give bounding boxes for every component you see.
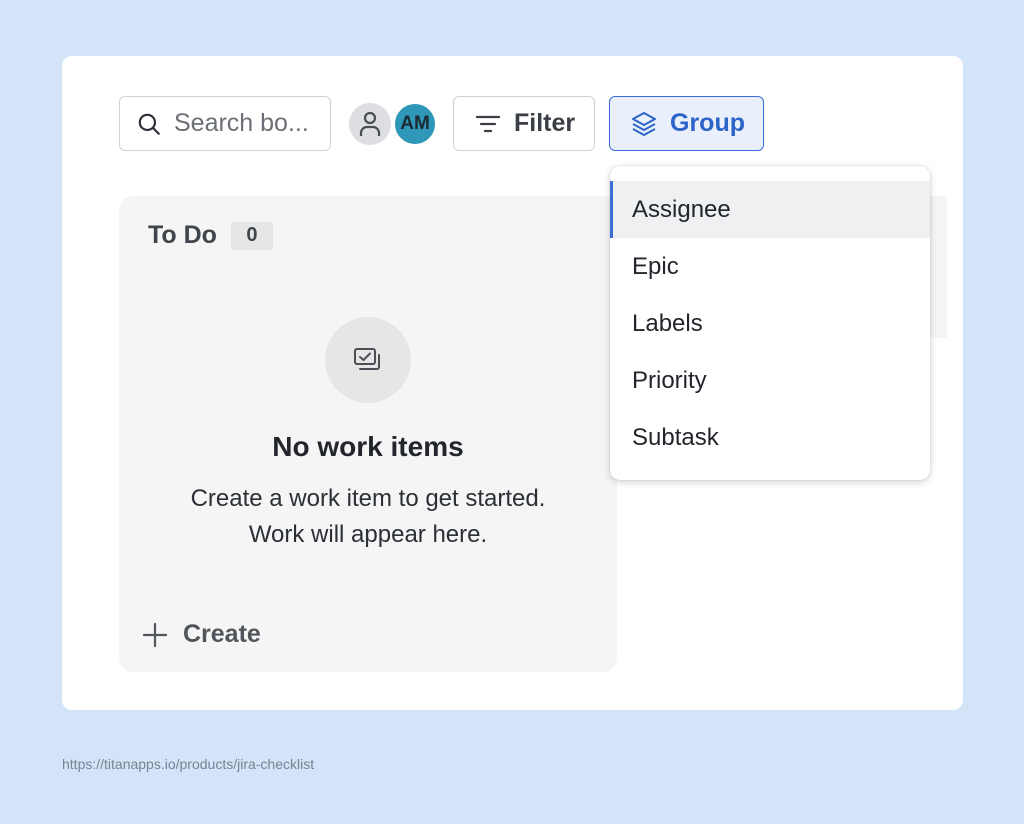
group-by-options: Assignee Epic Labels Priority Subtask (610, 166, 930, 466)
unassigned-avatar[interactable] (349, 103, 391, 145)
work-items-icon (354, 348, 380, 370)
avatar-group: AM (349, 102, 439, 146)
empty-state-line-2: Work will appear here. (248, 521, 488, 548)
search-icon (138, 113, 160, 135)
group-by-menu: Assignee Epic Labels Priority Subtask (610, 166, 930, 480)
group-button[interactable]: Group (609, 96, 764, 151)
group-option-labels[interactable]: Labels (610, 295, 930, 352)
board-card: AM Filter Group To Do 0 (62, 56, 963, 710)
group-option-epic[interactable]: Epic (610, 238, 930, 295)
group-option-priority[interactable]: Priority (610, 352, 930, 409)
empty-state-title: No work items (272, 431, 464, 462)
filter-button[interactable]: Filter (453, 96, 595, 151)
search-input[interactable] (174, 109, 324, 138)
layers-icon (632, 111, 656, 136)
filter-icon (475, 115, 501, 132)
plus-icon (142, 622, 168, 647)
empty-state-line-1: Create a work item to get started. (190, 485, 546, 512)
group-button-label: Group (670, 109, 745, 137)
column-header: To Do 0 (148, 221, 273, 250)
source-url: https://titanapps.io/products/jira-check… (62, 756, 315, 772)
issue-count-badge: 0 (230, 221, 273, 250)
filter-button-label: Filter (514, 109, 576, 137)
person-icon (359, 111, 381, 136)
avatar-am[interactable]: AM (393, 102, 437, 146)
todo-column: To Do 0 No work items Create a work item… (119, 196, 617, 672)
group-option-assignee[interactable]: Assignee (610, 181, 930, 238)
empty-state-icon-circle (325, 317, 411, 403)
empty-state-description: Create a work item to get started. Work … (119, 481, 617, 553)
group-option-subtask[interactable]: Subtask (610, 409, 930, 466)
create-button[interactable]: Create (141, 620, 261, 649)
create-button-label: Create (183, 620, 261, 648)
column-title: To Do (148, 221, 217, 249)
search-box[interactable] (119, 96, 331, 151)
